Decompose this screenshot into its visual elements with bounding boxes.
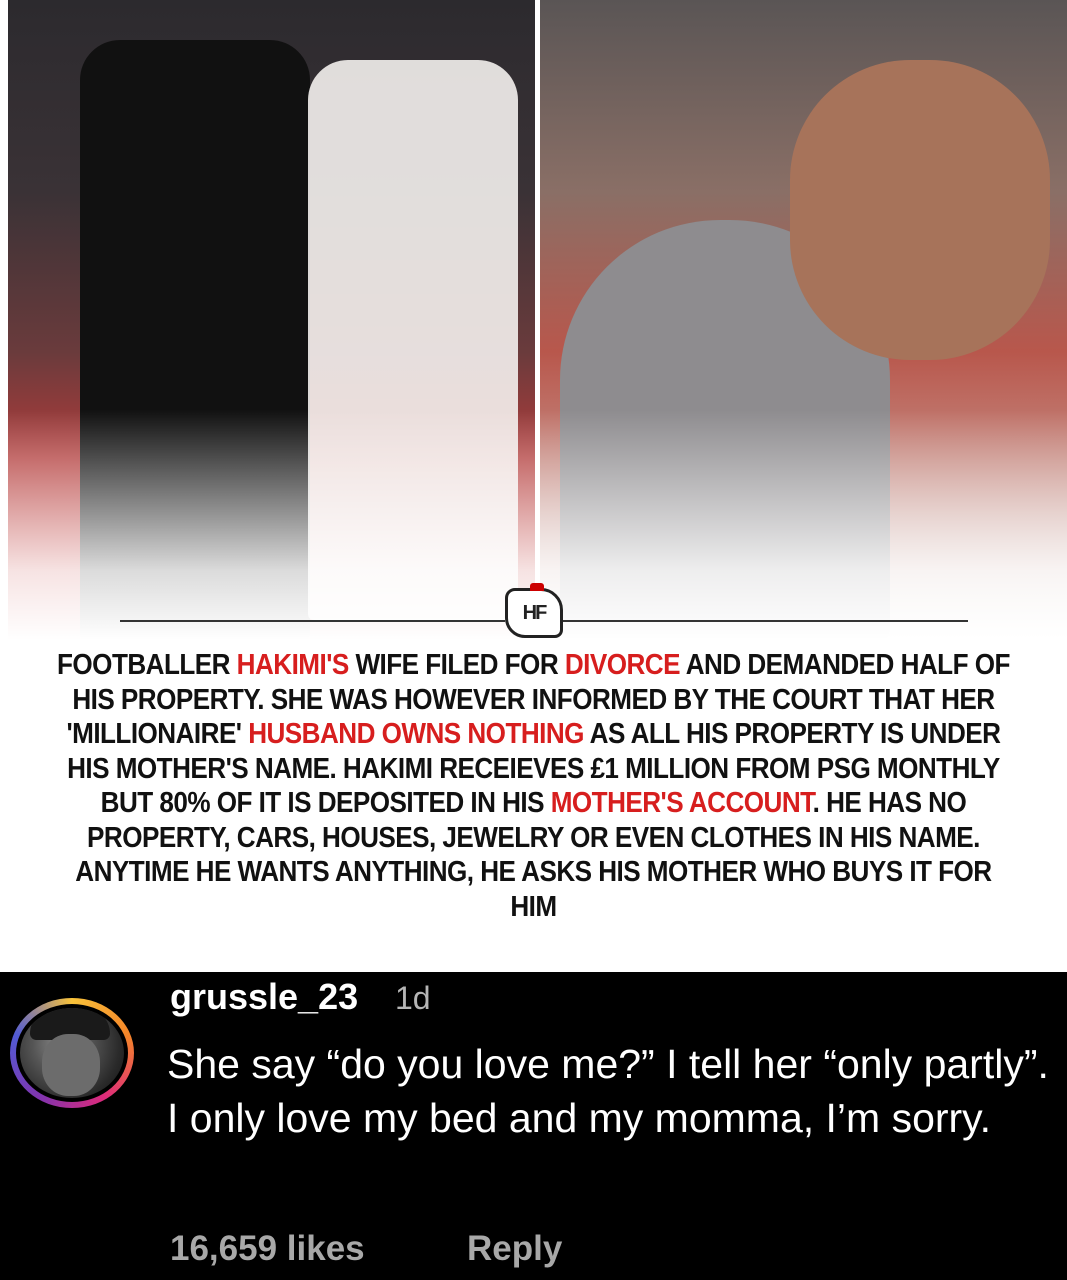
headline-text: Footballer Hakimi's wife filed for divor… [53,648,1013,924]
comment-username[interactable]: grussle_23 [170,976,358,1018]
headline-highlight: divorce [564,649,681,681]
headline-segment: wife filed for [348,649,565,681]
brand-logo-icon: HF [505,583,563,638]
comment-timestamp: 1d [395,980,431,1016]
divider-left [120,620,505,622]
comment-body: She say “do you love me?” I tell her “on… [167,1041,1049,1141]
avatar[interactable] [16,1004,128,1102]
couple-red-carpet-photo [8,0,535,640]
headline-highlight: mother's account [550,787,813,819]
reply-button[interactable]: Reply [467,1229,562,1269]
headline-highlight: Hakimi's [236,649,350,681]
divider-right [563,620,968,622]
likes-count-button[interactable]: 16,659 likes [170,1229,365,1269]
mother-kiss-photo [540,0,1067,640]
headline-segment: Footballer [57,649,237,681]
headline-highlight: husband owns nothing [248,718,584,750]
news-post-card: HF Footballer Hakimi's wife filed for di… [0,0,1067,972]
